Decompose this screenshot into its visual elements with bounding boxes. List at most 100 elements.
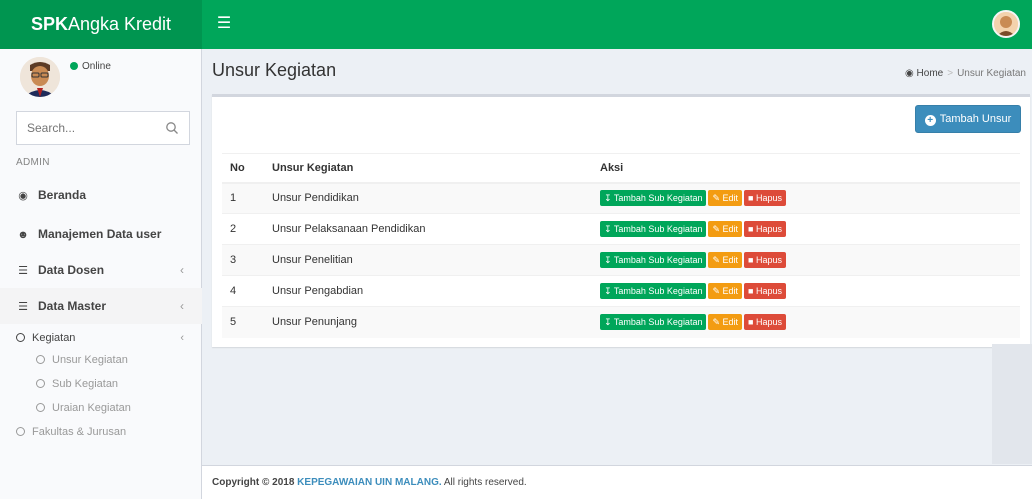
- column-header-no: No: [222, 153, 264, 184]
- user-panel: Online: [0, 49, 202, 101]
- add-sub-kegiatan-label: Tambah Sub Kegiatan: [613, 286, 703, 296]
- cell-aksi: ↧ Tambah Sub Kegiatan ✎ Edit ■ Hapus: [592, 275, 1020, 307]
- edit-button[interactable]: ✎ Edit: [708, 314, 743, 331]
- top-navbar: SPKAngka Kredit ☰: [0, 0, 1032, 49]
- page-title: Unsur Kegiatan: [212, 60, 337, 80]
- breadcrumb-current: Unsur Kegiatan: [957, 68, 1026, 79]
- cell-no: 4: [222, 275, 264, 307]
- user-menu-avatar[interactable]: [992, 10, 1020, 38]
- breadcrumb-separator: >: [947, 68, 954, 79]
- breadcrumb-home[interactable]: Home: [917, 68, 944, 79]
- add-unsur-button[interactable]: + Tambah Unsur: [915, 105, 1021, 133]
- delete-button[interactable]: ■ Hapus: [744, 283, 786, 299]
- logo-bold-text: SPK: [30, 14, 68, 34]
- circle-icon: [36, 403, 45, 412]
- cell-no: 3: [222, 244, 264, 276]
- sidebar-item-label: Beranda: [38, 188, 87, 202]
- sidebar-item-label: Manajemen Data user: [38, 227, 162, 241]
- pencil-icon: ✎: [712, 193, 723, 204]
- edit-label: Edit: [722, 255, 739, 265]
- users-icon: ☻: [17, 229, 29, 241]
- cell-unsur: Unsur Penunjang: [264, 306, 592, 338]
- trash-icon: ■: [748, 224, 756, 234]
- sidebar-item-label: Uraian Kegiatan: [52, 402, 131, 414]
- search-icon[interactable]: [165, 121, 179, 135]
- cell-no: 2: [222, 213, 264, 245]
- add-sub-kegiatan-button[interactable]: ↧ Tambah Sub Kegiatan: [600, 190, 707, 207]
- plus-circle-icon: +: [924, 115, 936, 126]
- content-box: + Tambah Unsur No Unsur Kegiatan Aksi 1 Un…: [212, 94, 1030, 347]
- nav-header: ADMIN: [16, 157, 50, 168]
- cell-aksi: ↧ Tambah Sub Kegiatan ✎ Edit ■ Hapus: [592, 306, 1020, 338]
- delete-label: Hapus: [755, 224, 782, 234]
- edit-button[interactable]: ✎ Edit: [708, 252, 743, 268]
- table-row: 5 Unsur Penunjang ↧ Tambah Sub Kegiatan ✎ E…: [222, 306, 1020, 338]
- cell-aksi: ↧ Tambah Sub Kegiatan ✎ Edit ■ Hapus: [592, 244, 1020, 276]
- circle-icon: [36, 379, 45, 388]
- avatar: [20, 57, 60, 97]
- sidebar-item-unsur-kegiatan[interactable]: Unsur Kegiatan: [0, 348, 202, 372]
- sidebar-item-label: Fakultas & Jurusan: [32, 426, 127, 438]
- footer-brand-link[interactable]: KEPEGAWAIAN UIN MALANG.: [297, 477, 441, 488]
- search-input[interactable]: [17, 112, 157, 144]
- sidebar-item-label: Kegiatan: [32, 332, 76, 344]
- footer-copyright: Copyright © 2018: [212, 477, 295, 488]
- sidebar: Online ADMIN ◉ Beranda ☻ Manajemen Data us…: [0, 49, 202, 499]
- add-sub-kegiatan-button[interactable]: ↧ Tambah Sub Kegiatan: [600, 283, 707, 299]
- sidebar-item-uraian-kegiatan[interactable]: Uraian Kegiatan: [0, 396, 202, 420]
- edit-label: Edit: [722, 224, 739, 234]
- add-sub-kegiatan-label: Tambah Sub Kegiatan: [613, 255, 703, 265]
- pencil-icon: ✎: [712, 286, 723, 296]
- add-sub-kegiatan-label: Tambah Sub Kegiatan: [613, 317, 703, 328]
- delete-button[interactable]: ■ Hapus: [744, 221, 786, 237]
- chevron-left-icon: ‹: [180, 263, 184, 277]
- cell-no: 1: [222, 182, 264, 214]
- hamburger-icon[interactable]: ☰: [212, 12, 236, 36]
- unsur-table: No Unsur Kegiatan Aksi 1 Unsur Pendidikan…: [222, 153, 1020, 338]
- add-sub-kegiatan-button[interactable]: ↧ Tambah Sub Kegiatan: [600, 221, 707, 237]
- edit-button[interactable]: ✎ Edit: [708, 221, 743, 237]
- cell-unsur: Unsur Pelaksanaan Pendidikan: [264, 213, 592, 245]
- trash-icon: ■: [748, 193, 756, 204]
- table-row: 4 Unsur Pengabdian ↧ Tambah Sub Kegiatan ✎ …: [222, 275, 1020, 307]
- sidebar-item-kegiatan[interactable]: Kegiatan ‹: [0, 326, 202, 350]
- dashboard-icon: ◉: [905, 68, 914, 79]
- circle-icon: [16, 333, 25, 342]
- sidebar-item-sub-kegiatan[interactable]: Sub Kegiatan: [0, 372, 202, 396]
- sidebar-item-fakultas-jurusan[interactable]: Fakultas & Jurusan: [0, 420, 202, 444]
- trash-icon: ■: [748, 255, 756, 265]
- edit-label: Edit: [722, 286, 739, 296]
- pencil-icon: ✎: [712, 317, 723, 328]
- logo-text: Angka Kredit: [67, 14, 172, 34]
- footer-rights: All rights reserved.: [443, 477, 527, 488]
- delete-button[interactable]: ■ Hapus: [744, 190, 786, 207]
- sidebar-item-manajemen-user[interactable]: ☻ Manajemen Data user: [0, 216, 202, 252]
- table-row: 3 Unsur Penelitian ↧ Tambah Sub Kegiatan ✎ …: [222, 244, 1020, 276]
- app-logo[interactable]: SPKAngka Kredit: [0, 0, 202, 49]
- delete-button[interactable]: ■ Hapus: [744, 314, 786, 331]
- delete-button[interactable]: ■ Hapus: [744, 252, 786, 268]
- add-sub-kegiatan-button[interactable]: ↧ Tambah Sub Kegiatan: [600, 252, 707, 268]
- add-sub-kegiatan-button[interactable]: ↧ Tambah Sub Kegiatan: [600, 314, 707, 331]
- arrow-down-icon: ↧: [604, 286, 614, 296]
- online-dot-icon: [70, 62, 78, 71]
- add-sub-kegiatan-label: Tambah Sub Kegiatan: [613, 193, 703, 204]
- sidebar-item-data-dosen[interactable]: ☰ Data Dosen ‹: [0, 252, 202, 288]
- arrow-down-icon: ↧: [604, 255, 614, 265]
- edit-button[interactable]: ✎ Edit: [708, 190, 743, 207]
- cell-no: 5: [222, 306, 264, 338]
- pencil-icon: ✎: [712, 224, 723, 234]
- edit-button[interactable]: ✎ Edit: [708, 283, 743, 299]
- table-row: 1 Unsur Pendidikan ↧ Tambah Sub Kegiatan ✎ …: [222, 182, 1020, 214]
- chevron-left-icon: ‹: [180, 299, 184, 313]
- search-form: [16, 111, 190, 145]
- add-unsur-label: Tambah Unsur: [939, 113, 1012, 125]
- table-header-row: No Unsur Kegiatan Aksi: [222, 153, 1020, 184]
- sidebar-item-label: Sub Kegiatan: [52, 378, 119, 390]
- background-panel: [992, 344, 1032, 464]
- user-photo-icon: [20, 57, 60, 97]
- trash-icon: ■: [748, 317, 756, 328]
- dashboard-icon: ◉: [18, 190, 28, 202]
- sidebar-item-beranda[interactable]: ◉ Beranda: [0, 177, 202, 213]
- sidebar-item-data-master[interactable]: ☰ Data Master ‹: [0, 288, 202, 324]
